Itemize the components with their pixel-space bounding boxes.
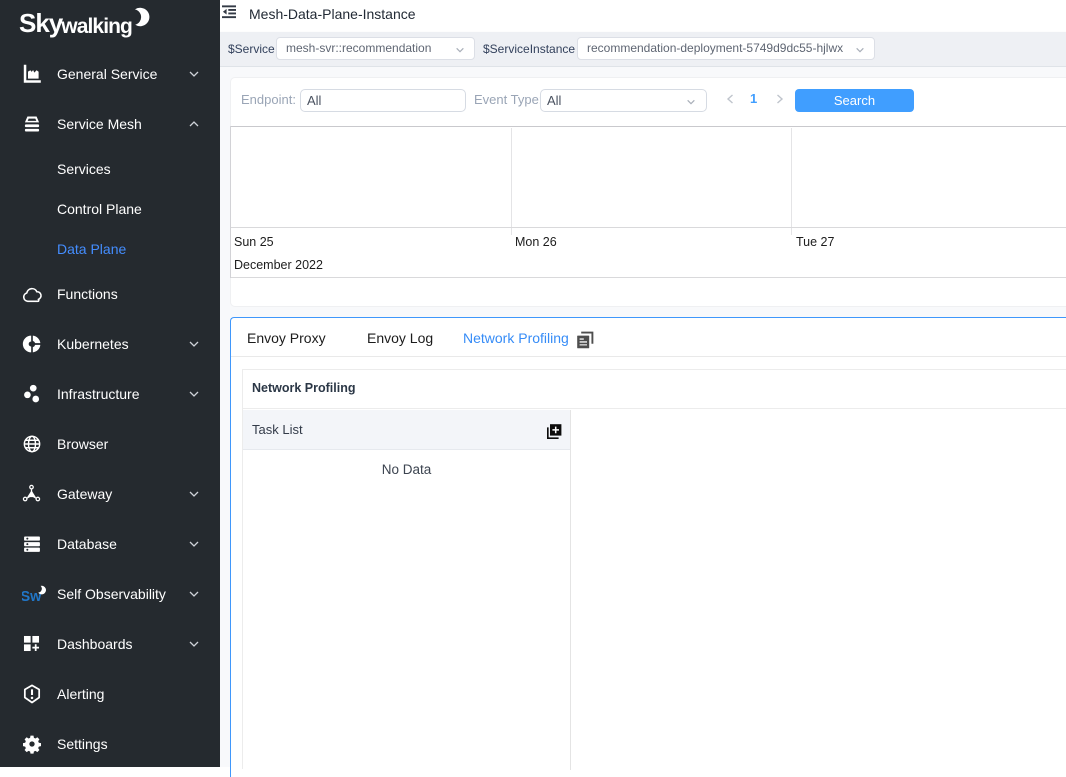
svg-text:Sw: Sw: [22, 589, 42, 605]
